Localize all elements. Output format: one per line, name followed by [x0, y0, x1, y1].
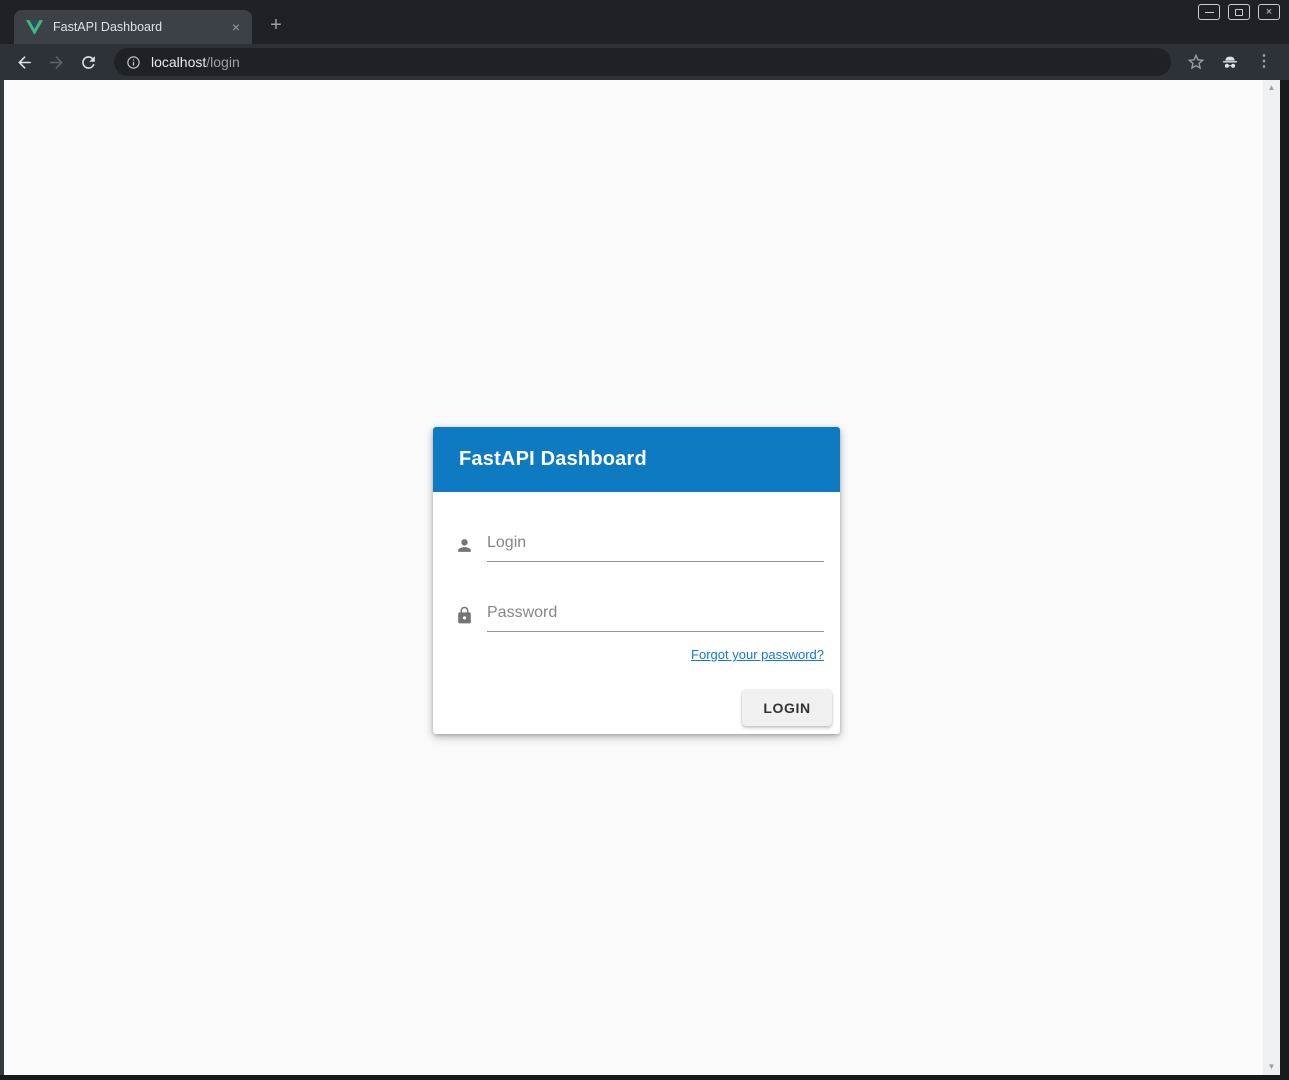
login-card-body: Forgot your password? LOGIN — [433, 492, 840, 734]
browser-toolbar: localhost/login ⋮ — [0, 44, 1289, 80]
page-scrollbar[interactable]: ▲ ▼ — [1263, 80, 1280, 1075]
forward-button[interactable] — [42, 48, 70, 76]
bookmark-button[interactable] — [1183, 49, 1209, 75]
login-card-header: FastAPI Dashboard — [433, 427, 840, 492]
login-input[interactable] — [487, 528, 824, 561]
minimize-button[interactable] — [1198, 4, 1220, 20]
password-input-underline — [487, 598, 824, 632]
forgot-password-link[interactable]: Forgot your password? — [691, 647, 824, 662]
toolbar-right: ⋮ — [1183, 49, 1279, 75]
person-icon — [455, 536, 474, 555]
star-icon — [1186, 52, 1206, 72]
url-text: localhost/login — [151, 54, 240, 70]
forgot-password-row: Forgot your password? — [455, 646, 824, 664]
login-button[interactable]: LOGIN — [742, 690, 832, 726]
incognito-icon — [1220, 52, 1240, 72]
new-tab-button[interactable]: + — [264, 14, 288, 38]
tab-close-icon[interactable]: × — [228, 18, 244, 36]
login-card-title: FastAPI Dashboard — [459, 448, 647, 471]
scroll-down-icon[interactable]: ▼ — [1268, 1063, 1276, 1071]
incognito-indicator — [1217, 49, 1243, 75]
forward-arrow-icon — [47, 53, 66, 72]
back-button[interactable] — [10, 48, 38, 76]
url-path: /login — [206, 54, 239, 70]
window-controls: × — [1198, 4, 1280, 20]
page-content: FastAPI Dashboard — [4, 80, 1280, 1075]
maximize-button[interactable] — [1228, 4, 1250, 20]
scroll-up-icon[interactable]: ▲ — [1268, 84, 1276, 92]
browser-menu-button[interactable]: ⋮ — [1251, 49, 1277, 75]
password-field-row — [455, 598, 824, 632]
url-host: localhost — [151, 54, 206, 70]
close-button[interactable]: × — [1258, 4, 1280, 20]
back-arrow-icon — [15, 53, 34, 72]
minimize-icon — [1205, 12, 1214, 13]
login-input-underline — [487, 528, 824, 562]
login-card: FastAPI Dashboard — [433, 427, 840, 734]
tab-bar: FastAPI Dashboard × + × — [0, 0, 1289, 44]
login-button-row: LOGIN — [455, 690, 832, 726]
browser-tab[interactable]: FastAPI Dashboard × — [14, 10, 252, 44]
address-bar[interactable]: localhost/login — [114, 48, 1171, 76]
page-info-icon[interactable] — [126, 55, 141, 70]
password-input[interactable] — [487, 598, 824, 631]
lock-icon — [455, 606, 474, 625]
maximize-icon — [1235, 9, 1243, 16]
reload-button[interactable] — [74, 48, 102, 76]
vue-logo-icon — [26, 20, 43, 35]
reload-icon — [79, 53, 98, 72]
login-field-row — [455, 528, 824, 562]
tab-title: FastAPI Dashboard — [53, 20, 228, 34]
